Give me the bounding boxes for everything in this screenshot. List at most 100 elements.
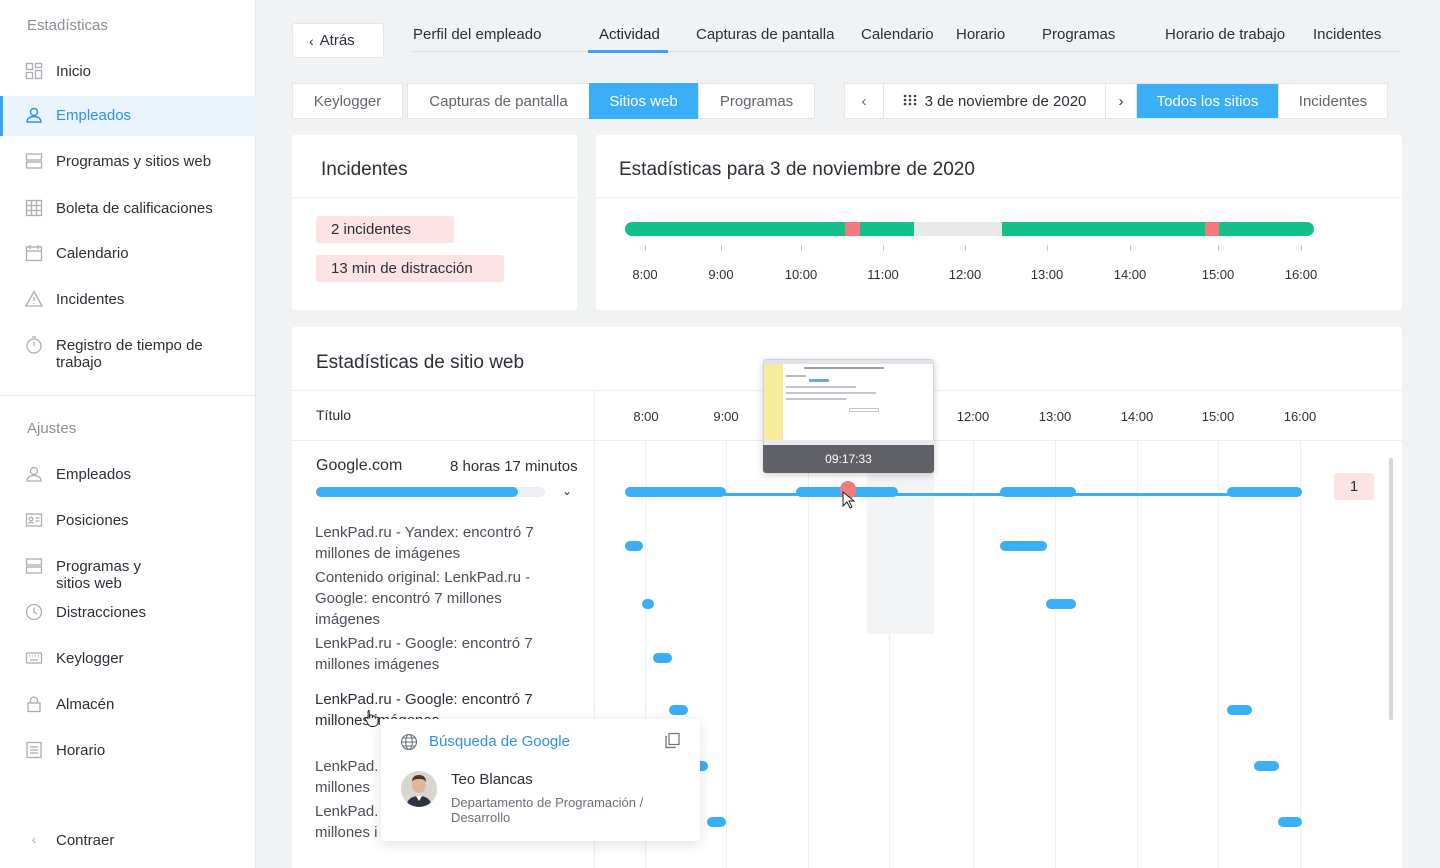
grid-line [1137,441,1138,868]
hour-label: 13:00 [1038,409,1072,424]
warning-icon [25,290,43,308]
clock-icon [25,603,43,621]
sidebar-item-label: Empleados [56,466,132,483]
sidebar-item-settings-employees[interactable]: Empleados [0,465,256,483]
sidebar-collapse-label: Contraer [56,832,115,849]
tab-screenshots[interactable]: Capturas de pantalla [696,26,834,43]
tab-activity[interactable]: Actividad [588,26,668,53]
next-date-button[interactable]: › [1106,84,1137,118]
hand-cursor-icon [364,709,379,732]
stopwatch-icon [25,336,43,354]
tab-employee-profile[interactable]: Perfil del empleado [413,26,541,43]
site-activity-bar[interactable] [1227,487,1302,497]
sidebar-item-home[interactable]: Inicio [0,62,256,80]
site-name[interactable]: Google.com [316,457,402,475]
timeline-segment-productive[interactable] [860,222,914,236]
screenshot-preview[interactable]: 09:17:33 [763,359,934,473]
filter-all-sites[interactable]: Todos los sitios [1137,84,1279,118]
subtab-keylogger[interactable]: Keylogger [292,83,403,119]
page-activity-bar[interactable] [642,599,654,609]
page-activity-bar[interactable] [1227,705,1252,715]
user-icon [25,465,43,483]
sidebar-item-label: Posiciones [56,512,129,529]
site-activity-bar[interactable] [625,487,726,497]
tab-work-schedule[interactable]: Horario de trabajo [1165,26,1285,43]
scrollbar-thumb[interactable] [1389,458,1393,720]
tab-schedule[interactable]: Horario [956,26,1005,43]
thumbnail-line [786,386,856,388]
page-info-popup: Búsqueda de Google Teo Blancas Departame… [381,719,700,841]
sidebar-item-employees[interactable]: Empleados [0,96,256,136]
sidebar-item-programs[interactable]: Programas y sitios web [0,152,256,170]
thumbnail-line [786,398,846,400]
timeline-tick [883,245,884,251]
page-activity-bar[interactable] [669,705,688,715]
date-selector: ‹ 3 de noviembre de 2020 › Todos los sit… [844,83,1388,119]
prev-date-button[interactable]: ‹ [845,84,884,118]
chevron-left-icon: ‹ [31,831,37,847]
grid-icon [25,199,43,217]
page-title-row[interactable]: Contenido original: LenkPad.ru - Google:… [315,567,565,630]
page-title-row[interactable]: LenkPad.ru - Yandex: encontró 7 millones… [315,522,565,564]
avatar [401,771,437,807]
timeline-segment-productive[interactable] [1002,222,1205,236]
thumbnail-line [804,367,884,369]
grid-line [1055,441,1056,868]
sidebar-item-label: Registro de tiempo de trabajo [56,337,203,371]
sidebar-item-calendar[interactable]: Calendario [0,244,256,262]
hour-label: 14:00 [1120,409,1154,424]
sidebar-item-label: Distracciones [56,604,147,621]
sidebar-item-keylogger[interactable]: Keylogger [0,649,256,667]
sidebar-item-distractions[interactable]: Distracciones [0,603,256,621]
page-activity-bar[interactable] [707,817,726,827]
sidebar-divider [0,395,256,396]
sidebar-item-schedule[interactable]: Horario [0,741,256,759]
page-activity-bar[interactable] [1254,761,1279,771]
card-divider [596,197,1402,198]
timeline-segment-productive[interactable] [625,222,845,236]
date-picker[interactable]: 3 de noviembre de 2020 [884,84,1106,118]
site-usage-bar [316,487,545,497]
page-link[interactable]: Búsqueda de Google [429,733,570,750]
back-button[interactable]: ‹ Atrás [292,23,384,58]
timeline-segment-incident[interactable] [1205,222,1219,236]
tab-incidents[interactable]: Incidentes [1313,26,1381,43]
grid-line [973,441,974,868]
chevron-right-icon: › [1118,92,1124,110]
subtab-programs[interactable]: Programas [699,83,815,119]
chevron-down-icon[interactable]: ⌄ [562,484,572,498]
sidebar-item-positions[interactable]: Posiciones [0,511,256,529]
page-title-row[interactable]: LenkPad.ru - Google: encontró 7 millones… [315,633,565,675]
timeline-segment-incident[interactable] [845,222,860,236]
subtab-websites[interactable]: Sitios web [589,83,699,119]
sidebar-item-label: Incidentes [56,291,125,308]
filter-incidents[interactable]: Incidentes [1279,84,1387,118]
page-activity-bar[interactable] [1046,599,1076,609]
sidebar-collapse[interactable]: ‹ Contraer [0,831,256,849]
timeline-hour-label: 11:00 [867,267,899,282]
chevron-left-icon: ‹ [309,32,314,49]
tab-programs[interactable]: Programas [1042,26,1115,43]
timeline-hour-label: 15:00 [1201,267,1235,282]
sidebar-item-time-log[interactable]: Registro de tiempo de trabajo [0,336,256,371]
timeline-segment-productive[interactable] [1219,222,1314,236]
subtab-screenshots[interactable]: Capturas de pantalla [407,83,589,119]
page-activity-bar[interactable] [1000,541,1047,551]
site-activity-bar[interactable] [1000,487,1076,497]
hour-label: 8:00 [633,409,659,424]
page-activity-bar[interactable] [653,653,672,663]
tab-calendar[interactable]: Calendario [861,26,934,43]
copy-icon[interactable] [664,732,681,754]
globe-icon [400,733,418,756]
timeline-tick [1218,245,1219,251]
sidebar-item-storage[interactable]: Almacén [0,695,256,713]
page-activity-bar[interactable] [625,541,643,551]
sidebar-item-incidents[interactable]: Incidentes [0,290,256,308]
screenshot-thumbnail [763,359,934,446]
timeline-segment-idle[interactable] [914,222,1002,236]
id-card-icon [25,511,43,529]
employee-name: Teo Blancas [451,771,533,788]
page-activity-bar[interactable] [1278,817,1302,827]
sidebar-item-scorecard[interactable]: Boleta de calificaciones [0,199,256,217]
sidebar-item-settings-programs[interactable]: Programas y sitios web [0,557,256,592]
